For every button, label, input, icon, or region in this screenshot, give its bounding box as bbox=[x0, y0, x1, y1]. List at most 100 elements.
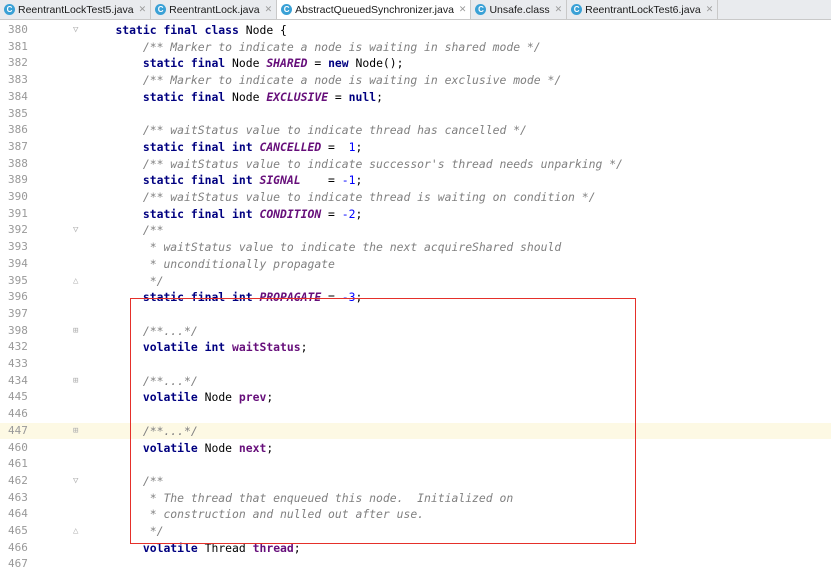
code-line[interactable]: static final Node EXCLUSIVE = null; bbox=[88, 89, 831, 106]
code-token: static final bbox=[142, 56, 226, 71]
code-token: waitStatus bbox=[232, 340, 301, 355]
code-line[interactable]: /**...*/ bbox=[88, 422, 831, 440]
code-line[interactable]: /**...*/ bbox=[88, 373, 831, 390]
code-token: volatile bbox=[142, 440, 198, 455]
code-token: -1 bbox=[341, 173, 356, 188]
file-tab[interactable]: C ReentrantLockTest5.java ✕ bbox=[0, 0, 152, 19]
code-token: EXCLUSIVE bbox=[266, 89, 329, 104]
code-line[interactable] bbox=[88, 406, 831, 423]
code-token: ; bbox=[293, 540, 301, 555]
code-line[interactable]: static final int CANCELLED = 1; bbox=[88, 139, 831, 156]
code-line[interactable]: /** waitStatus value to indicate thread … bbox=[88, 189, 831, 206]
code-line[interactable]: static final int PROPAGATE = -3; bbox=[88, 289, 831, 306]
code-line[interactable]: /** bbox=[88, 222, 831, 239]
close-tab-icon[interactable]: ✕ bbox=[265, 4, 273, 15]
close-tab-icon[interactable]: ✕ bbox=[706, 4, 714, 15]
code-token: null bbox=[348, 89, 377, 104]
gutter-row: 396 bbox=[0, 289, 88, 306]
line-number: 397 bbox=[8, 306, 28, 320]
code-line[interactable] bbox=[88, 556, 831, 569]
gutter-row: 463 bbox=[0, 490, 88, 507]
code-line[interactable]: * unconditionally propagate bbox=[88, 256, 831, 273]
code-token: static final class bbox=[115, 23, 239, 37]
collapse-fold-icon[interactable]: ▽ bbox=[73, 473, 78, 490]
code-line[interactable]: static final int SIGNAL = -1; bbox=[88, 172, 831, 189]
file-tab[interactable]: C Unsafe.class ✕ bbox=[471, 0, 568, 19]
code-line[interactable] bbox=[88, 456, 831, 473]
gutter-row: 380 ▽ bbox=[0, 22, 88, 39]
line-number: 398 bbox=[8, 323, 28, 337]
code-line[interactable]: /** waitStatus value to indicate thread … bbox=[88, 122, 831, 139]
code-line[interactable]: * construction and nulled out after use. bbox=[88, 506, 831, 523]
code-line[interactable]: volatile int waitStatus; bbox=[88, 339, 831, 356]
line-number: 432 bbox=[8, 340, 28, 354]
code-token: PROPAGATE bbox=[259, 290, 322, 305]
code-line[interactable]: volatile Node next; bbox=[88, 440, 831, 457]
collapse-fold-icon[interactable]: ▽ bbox=[73, 222, 78, 239]
line-number: 467 bbox=[8, 557, 28, 569]
close-tab-icon[interactable]: ✕ bbox=[459, 4, 467, 15]
code-line[interactable] bbox=[88, 356, 831, 373]
code-token: SIGNAL bbox=[259, 173, 301, 188]
close-tab-icon[interactable]: ✕ bbox=[555, 4, 563, 15]
file-tab[interactable]: C AbstractQueuedSynchronizer.java ✕ bbox=[277, 0, 472, 19]
collapse-fold-icon[interactable]: △ bbox=[73, 523, 78, 540]
code-token: Node bbox=[225, 89, 267, 104]
code-line[interactable] bbox=[88, 306, 831, 323]
collapse-fold-icon[interactable]: △ bbox=[73, 273, 78, 290]
code-line[interactable]: * The thread that enqueued this node. In… bbox=[88, 490, 831, 507]
line-number: 395 bbox=[8, 273, 28, 287]
code-line[interactable]: /** Marker to indicate a node is waiting… bbox=[88, 39, 831, 56]
gutter-row: 382 bbox=[0, 55, 88, 72]
line-number: 381 bbox=[8, 39, 28, 53]
line-number: 389 bbox=[8, 173, 28, 187]
gutter-row: 445 bbox=[0, 389, 88, 406]
code-line[interactable]: static final class Node { bbox=[88, 22, 831, 39]
code-token: SHARED bbox=[266, 56, 308, 71]
code-token: ; bbox=[266, 440, 274, 455]
code-line[interactable]: /** waitStatus value to indicate success… bbox=[88, 156, 831, 173]
code-line[interactable]: static final int CONDITION = -2; bbox=[88, 206, 831, 223]
file-tab[interactable]: C ReentrantLockTest6.java ✕ bbox=[567, 0, 719, 19]
code-token: static final int bbox=[142, 139, 253, 154]
code-line[interactable]: */ bbox=[88, 523, 831, 540]
gutter-row: 460 bbox=[0, 440, 88, 457]
file-tab[interactable]: C ReentrantLock.java ✕ bbox=[151, 0, 278, 19]
code-line[interactable]: /** Marker to indicate a node is waiting… bbox=[88, 72, 831, 89]
expand-fold-icon[interactable]: ⊞ bbox=[73, 423, 78, 440]
code-line[interactable]: volatile Node prev; bbox=[88, 389, 831, 406]
file-tab-label: Unsafe.class bbox=[489, 3, 550, 16]
code-line[interactable]: * waitStatus value to indicate the next … bbox=[88, 239, 831, 256]
code-token: /** waitStatus value to indicate thread … bbox=[142, 190, 596, 204]
close-tab-icon[interactable]: ✕ bbox=[139, 4, 147, 15]
code-token: Node { bbox=[238, 23, 287, 37]
line-number: 380 bbox=[8, 23, 28, 36]
code-editor[interactable]: 380 ▽ 381 382 383 384 385 386 387 388 389 390 391 392… bbox=[0, 20, 831, 569]
code-line[interactable]: /** bbox=[88, 473, 831, 490]
code-line[interactable]: /**...*/ bbox=[88, 323, 831, 340]
code-line[interactable]: */ bbox=[88, 273, 831, 290]
line-number: 385 bbox=[8, 106, 28, 120]
collapse-fold-icon[interactable]: ▽ bbox=[73, 22, 78, 39]
code-token: /**...*/ bbox=[142, 323, 198, 338]
line-number: 386 bbox=[8, 123, 28, 137]
code-line[interactable]: volatile Thread thread; bbox=[88, 540, 831, 557]
line-number: 460 bbox=[8, 440, 28, 454]
gutter-row: 389 bbox=[0, 172, 88, 189]
gutter-row: 465 △ bbox=[0, 523, 88, 540]
expand-fold-icon[interactable]: ⊞ bbox=[73, 323, 78, 340]
expand-fold-icon[interactable]: ⊞ bbox=[73, 373, 78, 390]
code-line[interactable]: static final Node SHARED = new Node(); bbox=[88, 55, 831, 72]
code-line[interactable] bbox=[88, 106, 831, 123]
line-number: 466 bbox=[8, 540, 28, 554]
code-token: /** waitStatus value to indicate thread … bbox=[142, 123, 527, 138]
line-number: 462 bbox=[8, 473, 28, 487]
code-token: = bbox=[321, 290, 342, 305]
